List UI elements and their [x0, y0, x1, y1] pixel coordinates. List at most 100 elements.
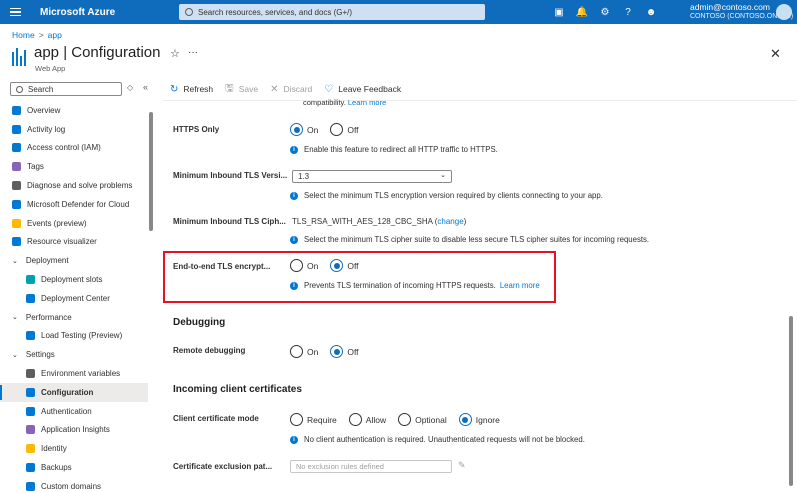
sidebar-scrollbar[interactable]: [149, 112, 153, 231]
menu-icon[interactable]: [0, 0, 30, 24]
sidebar-item-label: Tags: [27, 162, 44, 172]
sidebar-item-label: Deployment: [25, 256, 69, 266]
https-only-radio-group: On Off: [290, 123, 365, 136]
sidebar-search-placeholder: Search: [28, 84, 54, 94]
sidebar-item-label: Deployment Center: [41, 293, 110, 303]
content-scrollbar[interactable]: [789, 316, 793, 486]
sidebar-group-settings[interactable]: ⌄ Settings: [0, 345, 148, 364]
sidebar-item-identity[interactable]: Identity: [0, 439, 148, 458]
sidebar-item-tags[interactable]: Tags: [0, 157, 148, 176]
client-cert-require-radio[interactable]: Require: [290, 413, 337, 426]
remote-debugging-label: Remote debugging: [173, 346, 246, 355]
sidebar-item-label: Access control (IAM): [27, 143, 101, 153]
brand-name[interactable]: Microsoft Azure: [40, 7, 180, 18]
e2e-tls-radio-group: On Off: [290, 259, 365, 272]
sidebar-item-deployment-center[interactable]: Deployment Center: [0, 289, 148, 308]
leave-feedback-button[interactable]: ♡ Leave Feedback: [324, 84, 401, 95]
sidebar-item-microsoft-defender-for-cloud[interactable]: Microsoft Defender for Cloud: [0, 195, 148, 214]
filter-options-icon[interactable]: ◇: [127, 83, 133, 92]
globe-icon: [12, 105, 21, 115]
client-cert-mode-radio-group: Require Allow Optional Ignore: [290, 413, 506, 426]
edit-pencil-icon[interactable]: ✎: [458, 460, 466, 471]
global-search-input[interactable]: Search resources, services, and docs (G+…: [179, 4, 485, 20]
client-cert-ignore-radio[interactable]: Ignore: [458, 413, 500, 426]
save-button[interactable]: 🖫 Save: [225, 81, 258, 98]
https-only-label: HTTPS Only: [173, 125, 220, 134]
command-bar: ↻ Refresh 🖫 Save ✕ Discard ♡ Leave Feedback: [170, 80, 401, 98]
chevron-down-icon: ⌄: [12, 314, 18, 322]
toolbar-divider: [163, 100, 797, 101]
sidebar-item-label: Identity: [41, 444, 67, 454]
backup-icon: [26, 463, 35, 473]
sidebar-item-label: Overview: [27, 105, 61, 115]
remote-debugging-on-radio[interactable]: On: [290, 345, 318, 358]
cert-exclusion-input[interactable]: No exclusion rules defined: [290, 460, 452, 473]
e2e-tls-off-radio[interactable]: Off: [330, 259, 359, 272]
sidebar-item-configuration[interactable]: Configuration: [0, 382, 148, 402]
wrench-icon: [12, 181, 21, 191]
feedback-icon[interactable]: ☻: [645, 6, 657, 18]
breadcrumb: Home > app: [12, 30, 62, 40]
log-icon: [12, 124, 21, 134]
sidebar-item-label: Environment variables: [41, 369, 121, 379]
cert-exclusion-label: Certificate exclusion pat...: [173, 462, 273, 471]
breadcrumb-home[interactable]: Home: [12, 30, 35, 40]
sidebar-item-backups[interactable]: Backups: [0, 458, 148, 477]
sidebar-item-label: Backups: [41, 463, 72, 473]
sidebar-search-input[interactable]: Search: [10, 82, 122, 96]
chevron-down-icon: ⌄: [12, 257, 18, 265]
sidebar-item-deployment-slots[interactable]: Deployment slots: [0, 270, 148, 289]
notifications-icon[interactable]: 🔔: [576, 6, 588, 18]
sidebar-item-environment-variables[interactable]: Environment variables: [0, 364, 148, 383]
sidebar-group-performance[interactable]: ⌄ Performance: [0, 308, 148, 327]
leave-feedback-label: Leave Feedback: [338, 84, 402, 94]
info-icon: i: [290, 191, 298, 200]
refresh-button[interactable]: ↻ Refresh: [170, 84, 213, 95]
discard-button[interactable]: ✕ Discard: [270, 84, 312, 95]
page-subtitle: Web App: [35, 64, 66, 73]
person-icon: [26, 406, 35, 416]
avatar[interactable]: [776, 4, 792, 20]
close-icon[interactable]: ✕: [770, 46, 781, 62]
sidebar-item-diagnose-and-solve-problems[interactable]: Diagnose and solve problems: [0, 176, 148, 195]
min-tls-cipher-label: Minimum Inbound TLS Ciph...: [173, 217, 286, 226]
key-icon: [26, 444, 35, 454]
sidebar-group-deployment[interactable]: ⌄ Deployment: [0, 251, 148, 270]
breadcrumb-app[interactable]: app: [48, 30, 62, 40]
sidebar-item-label: Resource visualizer: [27, 237, 97, 247]
people-icon: [12, 143, 21, 153]
help-icon[interactable]: ?: [622, 6, 634, 18]
info-icon: i: [290, 435, 298, 444]
sidebar-item-resource-visualizer[interactable]: Resource visualizer: [0, 233, 148, 252]
cube-icon: [26, 293, 35, 303]
sidebar-item-overview[interactable]: Overview: [0, 101, 148, 120]
e2e-learn-more-link[interactable]: Learn more: [500, 281, 540, 290]
https-only-off-radio[interactable]: Off: [330, 123, 359, 136]
more-options-icon[interactable]: ···: [188, 47, 198, 58]
sidebar-item-application-insights[interactable]: Application Insights: [0, 421, 148, 440]
min-tls-cipher-value: TLS_RSA_WITH_AES_128_CBC_SHA (change): [292, 217, 467, 226]
discard-icon: ✕: [270, 83, 279, 95]
change-cipher-link[interactable]: change: [437, 217, 463, 226]
sidebar-item-custom-domains[interactable]: Custom domains: [0, 477, 148, 492]
min-tls-version-select[interactable]: 1.3 ⌄: [292, 170, 452, 183]
previous-learn-more-link[interactable]: Learn more: [348, 98, 386, 107]
debugging-heading: Debugging: [173, 317, 226, 328]
collapse-sidebar-icon[interactable]: «: [143, 82, 148, 92]
sidebar-item-activity-log[interactable]: Activity log: [0, 120, 148, 139]
favorite-star-icon[interactable]: ☆: [170, 47, 180, 60]
cloud-shell-icon[interactable]: ▣: [553, 6, 565, 18]
bulb-icon: [26, 425, 35, 435]
client-cert-optional-radio[interactable]: Optional: [398, 413, 447, 426]
search-icon: [16, 85, 23, 93]
https-only-on-radio[interactable]: On: [290, 123, 318, 136]
e2e-tls-on-radio[interactable]: On: [290, 259, 318, 272]
sidebar-item-events-preview[interactable]: Events (preview): [0, 214, 148, 233]
settings-icon[interactable]: ⚙: [599, 6, 611, 18]
remote-debugging-off-radio[interactable]: Off: [330, 345, 359, 358]
sidebar-item-access-control-iam[interactable]: Access control (IAM): [0, 139, 148, 158]
sidebar-item-label: Deployment slots: [41, 275, 103, 285]
client-cert-allow-radio[interactable]: Allow: [348, 413, 386, 426]
sidebar-item-authentication[interactable]: Authentication: [0, 402, 148, 421]
sidebar-item-load-testing-preview[interactable]: Load Testing (Preview): [0, 327, 148, 346]
